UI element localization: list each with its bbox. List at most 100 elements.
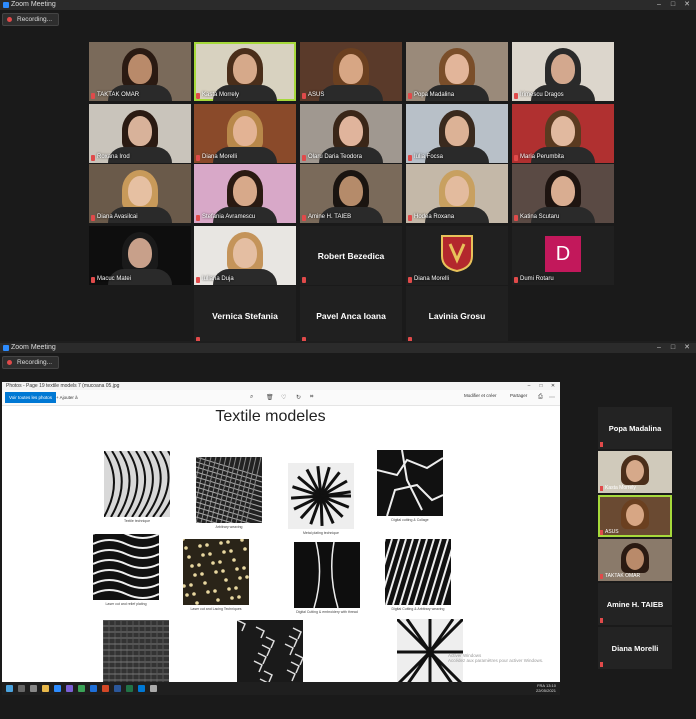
search-icon[interactable] xyxy=(18,685,25,692)
textile-pattern-image xyxy=(385,539,451,605)
participant-tile-dumi-rotaru[interactable]: D Dumi Rotaru xyxy=(512,226,614,285)
zoom-window-top: Zoom Meeting – □ ✕ Recording... TAKTAK O… xyxy=(0,0,696,341)
edge-icon[interactable] xyxy=(90,685,97,692)
favorite-icon[interactable]: ♡ xyxy=(281,394,286,401)
participant-face xyxy=(233,176,257,206)
participant-tile-iulia-focsa[interactable]: Iulia Focsa xyxy=(406,104,508,163)
participant-tile-popa-madalina[interactable]: Popa Madalina xyxy=(598,407,672,449)
participant-tile-irimescu-dragos[interactable]: Irimescu Dragos xyxy=(512,42,614,101)
textile-swatch-digital-cutting-arbitrary-weaving xyxy=(385,539,451,605)
minimize-icon[interactable]: – xyxy=(652,343,666,353)
task-view-icon[interactable] xyxy=(30,685,37,692)
edit-create-button[interactable]: Modifier et créer xyxy=(464,393,497,398)
participant-tile-robert-bezedica[interactable]: Robert Bezedica xyxy=(300,226,402,285)
maximize-icon[interactable]: □ xyxy=(666,343,680,353)
mic-muted-icon xyxy=(196,277,200,283)
rotate-icon[interactable]: ↻ xyxy=(296,394,301,401)
close-icon[interactable]: ✕ xyxy=(680,0,694,10)
participant-tile-maria-perumbita[interactable]: Maria Perumbita xyxy=(512,104,614,163)
settings-icon[interactable] xyxy=(150,685,157,692)
participant-tile-kasta-morrely[interactable]: Kasta Morrely xyxy=(194,42,296,101)
share-button[interactable]: Partager xyxy=(510,393,527,398)
mic-muted-icon xyxy=(600,530,603,535)
maximize-icon[interactable]: □ xyxy=(666,0,680,10)
slide-image: Textile modeles Textile technique Arbitra… xyxy=(67,406,474,695)
zoom-in-icon[interactable]: ⌕ xyxy=(250,394,253,401)
participant-tile-kasta-morrely[interactable]: Kasta Morrely xyxy=(598,451,672,493)
participant-body xyxy=(319,85,383,101)
mic-muted-icon xyxy=(196,93,200,99)
mic-muted-icon xyxy=(196,215,200,221)
powerpoint-icon[interactable] xyxy=(102,685,109,692)
add-to-button[interactable]: + Ajouter à xyxy=(56,392,78,403)
participant-display-name: Lavinia Grosu xyxy=(428,310,486,321)
recording-label: Recording... xyxy=(17,16,53,23)
print-icon[interactable]: ⎙ xyxy=(538,394,543,401)
participant-tile-stefania-avramescu[interactable]: Stefania Avramescu xyxy=(194,164,296,223)
zoom-app-icon[interactable] xyxy=(54,685,61,692)
more-options-icon[interactable]: ⋯ xyxy=(549,394,555,401)
title-bar: Zoom Meeting – □ ✕ xyxy=(0,0,696,10)
participant-tile-diana-morelli[interactable]: Diana Morelli xyxy=(406,226,508,285)
photos-app-icon[interactable] xyxy=(138,685,145,692)
textile-swatch-crumpling-relief-plating xyxy=(237,620,303,686)
participant-tile-diana-avasilcai[interactable]: Diana Avasilcai xyxy=(89,164,191,223)
participant-tile-pavel-anca-ioana[interactable]: Pavel Anca Ioana xyxy=(300,286,402,341)
recording-indicator[interactable]: Recording... xyxy=(2,13,60,26)
photos-title-bar: Photos - Page 19 textile models 7 (mucoa… xyxy=(2,382,560,390)
clock-date: 22/05/2021 xyxy=(535,687,556,693)
textile-pattern-image xyxy=(237,620,303,686)
mic-muted-icon xyxy=(91,155,95,161)
minimize-icon[interactable]: – xyxy=(524,382,534,390)
excel-icon[interactable] xyxy=(126,685,133,692)
start-icon[interactable] xyxy=(6,685,13,692)
participant-display-name: Pavel Anca Ioana xyxy=(316,310,386,321)
zoom-logo-icon xyxy=(3,2,9,8)
recording-indicator[interactable]: Recording... xyxy=(2,356,60,369)
participant-name: Amine H. TAIEB xyxy=(308,214,352,220)
mic-muted-icon xyxy=(302,215,306,221)
participant-tile-hodea-roxana[interactable]: Hodea Roxana xyxy=(406,164,508,223)
participant-tile-olaru-daria-teodora[interactable]: Olaru Daria Teodora xyxy=(300,104,402,163)
see-all-photos-button[interactable]: Voir toutes les photos xyxy=(5,392,57,403)
mic-muted-icon xyxy=(408,215,412,221)
photos-window-title: Photos - Page 19 textile models 7 (mucoa… xyxy=(6,383,120,389)
textile-swatch-arbitrary-weaving xyxy=(196,457,262,523)
participant-tile-amine-h-taieb[interactable]: Amine H. TAIEB xyxy=(598,583,672,625)
participant-tile-macuc-matei[interactable]: Macuc Matei xyxy=(89,226,191,285)
participant-tile-asus[interactable]: ASUS xyxy=(598,495,672,537)
participant-tile-taktak-omar[interactable]: TAKTAK OMAR xyxy=(598,539,672,581)
participant-name: Dumi Rotaru xyxy=(520,276,554,282)
participant-face xyxy=(626,548,644,570)
participant-tile-popa-madalina[interactable]: Popa Madalina xyxy=(406,42,508,101)
textile-pattern-image xyxy=(103,620,169,686)
close-icon[interactable]: ✕ xyxy=(680,343,694,353)
participant-tile-roxana-irod[interactable]: Roxana Irod xyxy=(89,104,191,163)
close-icon[interactable]: ✕ xyxy=(548,382,558,390)
system-tray[interactable]: FRA 13:10 22/05/2021 xyxy=(535,683,556,693)
participant-tile-katina-scutaru[interactable]: Katina Scutaru xyxy=(512,164,614,223)
participant-tile-iuliana-duja[interactable]: Iuliana Duja xyxy=(194,226,296,285)
participant-tile-diana-morelli[interactable]: Diana Morelli xyxy=(598,627,672,669)
participant-display-name: Vernica Stefania xyxy=(212,310,278,321)
participant-tile-diana-morelli[interactable]: Diana Morelli xyxy=(194,104,296,163)
mic-muted-icon xyxy=(91,277,95,283)
word-icon[interactable] xyxy=(114,685,121,692)
minimize-icon[interactable]: – xyxy=(652,0,666,10)
participant-tile-asus[interactable]: ASUS xyxy=(300,42,402,101)
teams-icon[interactable] xyxy=(66,685,73,692)
chrome-icon[interactable] xyxy=(78,685,85,692)
crop-icon[interactable]: ⌗ xyxy=(310,394,313,401)
participant-name: Kasta Morrely xyxy=(605,485,636,491)
participant-tile-taktak-omar[interactable]: TAKTAK OMAR xyxy=(89,42,191,101)
participant-face xyxy=(128,238,152,268)
file-explorer-icon[interactable] xyxy=(42,685,49,692)
maximize-icon[interactable]: □ xyxy=(536,382,546,390)
participant-tile-lavinia-grosu[interactable]: Lavinia Grosu xyxy=(406,286,508,341)
title-bar: Zoom Meeting – □ ✕ xyxy=(0,343,696,353)
participant-tile-amine-h-taieb[interactable]: Amine H. TAIEB xyxy=(300,164,402,223)
textile-swatch-laser-cut-and-relief-plating xyxy=(93,534,159,600)
participant-tile-vernica-stefania[interactable]: Vernica Stefania xyxy=(194,286,296,341)
window-title: Zoom Meeting xyxy=(11,1,56,8)
delete-icon[interactable]: 🗑 xyxy=(266,394,274,401)
